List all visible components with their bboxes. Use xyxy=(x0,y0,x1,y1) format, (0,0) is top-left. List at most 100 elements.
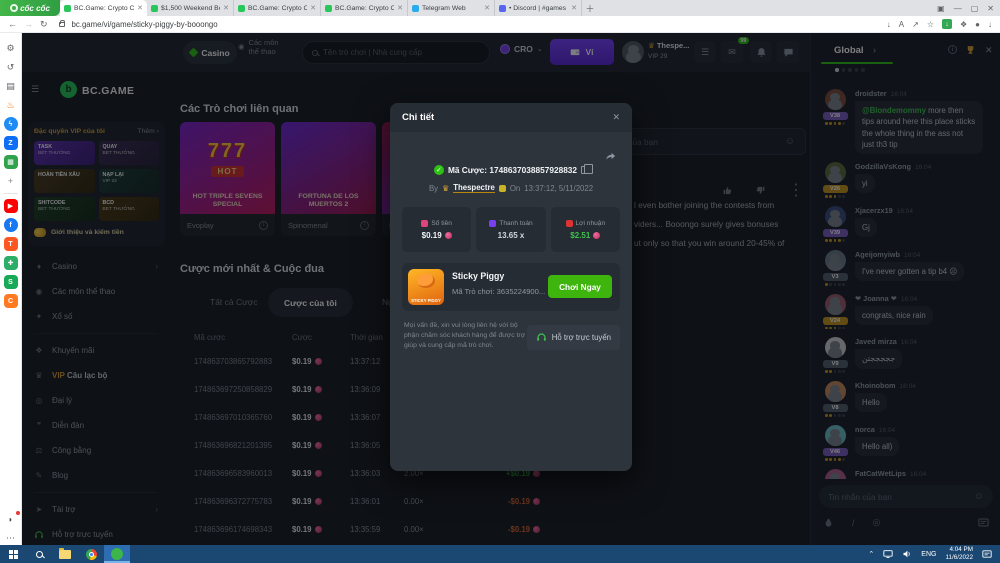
vip-tile[interactable]: NẠP LẠIVIP 22 xyxy=(99,169,160,193)
avatar[interactable] xyxy=(825,425,846,446)
rail-more-icon[interactable]: ⋯ xyxy=(4,531,18,545)
avatar[interactable] xyxy=(825,294,846,315)
chat-trophy-icon[interactable] xyxy=(965,45,976,56)
taskbar-clock[interactable]: 4:04 PM 11/6/2022 xyxy=(945,546,973,562)
share-icon[interactable]: ↗ xyxy=(912,20,919,29)
copy-bet-id-icon[interactable] xyxy=(581,166,588,174)
bet-row[interactable]: 174863696372775783$0.1913:36:010.00×-$0.… xyxy=(180,487,540,515)
user-avatar[interactable] xyxy=(622,41,644,63)
rain-tip-icon[interactable] xyxy=(823,517,834,528)
avatar[interactable] xyxy=(825,337,846,358)
sidebar-item-c-u-l-c-b-[interactable]: ♛VIP Câu lạc bộ xyxy=(22,363,170,388)
start-button[interactable] xyxy=(0,545,26,563)
vip-tile[interactable]: QUAYBet thưởng xyxy=(99,141,160,165)
chat-username[interactable]: Khoinobom16:04 xyxy=(855,381,993,390)
chat-username[interactable]: FatCatWetLips16:04 xyxy=(855,469,993,478)
sidebar-item-c-c-m-n-th-thao[interactable]: ◉Các môn thể thao xyxy=(22,279,170,304)
cart-app-icon[interactable]: C xyxy=(4,294,18,308)
sidebar-item-x-s-[interactable]: ✦Xổ số xyxy=(22,304,170,329)
save-page-icon[interactable]: ↓ xyxy=(887,20,891,29)
bets-tab[interactable]: Tất cả Cược xyxy=(210,297,258,307)
share-bet-icon[interactable] xyxy=(605,151,616,162)
new-tab-button[interactable]: ＋ xyxy=(582,0,598,16)
tab-sports[interactable]: ◉ Các môn thể thao xyxy=(238,39,290,56)
chat-info-icon[interactable]: i xyxy=(948,45,957,54)
network-icon[interactable] xyxy=(883,549,893,559)
avatar[interactable] xyxy=(825,206,846,227)
info-icon[interactable]: i xyxy=(259,221,268,230)
browser-tab[interactable]: BC.Game: Crypto Casino Gan✕ xyxy=(60,0,147,16)
game-thumbnail[interactable]: STICKY PIGGY xyxy=(408,269,444,305)
game-card[interactable]: 777HOTHOT TRIPLE SEVENS SPECIALEvoplayi xyxy=(180,122,275,236)
vip-tile[interactable]: TASKBet thưởng xyxy=(34,141,95,165)
game-card[interactable]: FORTUNA DE LOS MUERTOS 2Spinomenali xyxy=(281,122,376,236)
sidebar-item--i-l-[interactable]: ◎Đại lý xyxy=(22,388,170,413)
extensions-icon[interactable]: ❖ xyxy=(960,20,967,29)
sidebar-collapse-button[interactable]: ☰ xyxy=(31,84,39,95)
live-support-button[interactable]: Hỗ trợ trực tuyến xyxy=(527,325,620,350)
minimize-button[interactable]: — xyxy=(954,4,962,13)
downloads-icon[interactable]: ↓ xyxy=(988,20,992,29)
play-now-button[interactable]: Chơi Ngay xyxy=(548,275,612,298)
tab-search-icon[interactable]: ▣ xyxy=(937,4,945,13)
settings-icon[interactable]: ⚙ xyxy=(4,41,18,55)
notifications-button[interactable] xyxy=(750,41,772,63)
chat-emoji-icon[interactable]: ☺ xyxy=(974,491,984,502)
tab-casino[interactable]: Casino xyxy=(183,41,237,64)
browser-tab[interactable]: BC.Game: Crypto Casino Gan✕ xyxy=(234,0,321,16)
shop-green-icon[interactable]: S xyxy=(4,275,18,289)
gift-app-icon[interactable]: ✚ xyxy=(4,256,18,270)
chat-username[interactable]: ❤ Joanna ❤16:04 xyxy=(855,294,993,303)
sidebar-item-h-tr-tr-c-tuy-n[interactable]: Hỗ trợ trực tuyến xyxy=(22,522,170,545)
vip-tile[interactable]: BCDBet thưởng xyxy=(99,197,160,221)
tab-close-icon[interactable]: ✕ xyxy=(310,4,316,12)
sidebar-item-casino[interactable]: ♦Casino› xyxy=(22,254,170,279)
history-icon[interactable]: ↺ xyxy=(4,60,18,74)
avatar[interactable] xyxy=(825,250,846,271)
notifications-bell-icon[interactable]: ◗ xyxy=(4,512,18,526)
avatar[interactable] xyxy=(825,89,846,110)
tab-close-icon[interactable]: ✕ xyxy=(571,4,577,12)
nav-menu-button[interactable]: ☰ xyxy=(694,41,716,63)
forward-button[interactable]: → xyxy=(24,19,33,29)
avatar[interactable] xyxy=(825,469,846,479)
vip-tile[interactable]: HOÀN TIỀN XẤU xyxy=(34,169,95,193)
coccoc-brand[interactable]: cốc cốc xyxy=(0,0,60,16)
like-icon[interactable] xyxy=(722,185,733,196)
games-hub-icon[interactable]: ▦ xyxy=(4,155,18,169)
chat-rules-icon[interactable]: / xyxy=(852,518,855,528)
chat-username[interactable]: Xjacerzx1916:04 xyxy=(855,206,993,215)
sidebar-item-t-i-tr-[interactable]: ➤Tài trợ› xyxy=(22,497,170,522)
taskbar-search-button[interactable] xyxy=(26,545,52,563)
chat-room-dots[interactable] xyxy=(835,68,865,72)
shopping-app-icon[interactable]: T xyxy=(4,237,18,251)
vip-perks-more-link[interactable]: Thêm › xyxy=(137,128,159,135)
action-center-icon[interactable] xyxy=(982,549,992,559)
wallet-button[interactable]: Ví xyxy=(550,39,614,65)
youtube-icon[interactable]: ▶ xyxy=(4,199,18,213)
chat-settings-icon[interactable] xyxy=(978,517,989,528)
dislike-icon[interactable] xyxy=(755,185,766,196)
mail-button[interactable]: ✉ 99 xyxy=(721,41,743,63)
zalo-icon[interactable]: Z xyxy=(4,136,18,150)
chat-username[interactable]: Ageijomyiwb16:04 xyxy=(855,250,993,259)
sidebar-item-khuy-n-m-i[interactable]: ❖Khuyến mãi xyxy=(22,338,170,363)
translate-icon[interactable]: A xyxy=(899,20,904,29)
browser-tab[interactable]: $1,500 Weekend Booongo M✕ xyxy=(147,0,234,16)
chat-username[interactable]: norca16:04 xyxy=(855,425,993,434)
file-explorer-button[interactable] xyxy=(52,545,78,563)
maximize-button[interactable]: ▢ xyxy=(971,4,979,13)
chrome-button[interactable] xyxy=(78,545,104,563)
chat-username[interactable]: Javed mirza16:04 xyxy=(855,337,993,346)
chip-icon[interactable]: ◎ xyxy=(873,517,881,528)
download-green-icon[interactable]: ↓ xyxy=(942,19,952,29)
chat-username[interactable]: droidster16:04 xyxy=(855,89,993,98)
info-icon[interactable]: i xyxy=(360,221,369,230)
volume-icon[interactable] xyxy=(902,549,912,559)
emoji-icon[interactable]: ☺ xyxy=(785,136,795,147)
language-indicator[interactable]: ENG xyxy=(921,551,936,558)
browser-tab[interactable]: • Discord | #games | BC G✕ xyxy=(495,0,582,16)
browser-tab[interactable]: Telegram Web✕ xyxy=(408,0,495,16)
tab-close-icon[interactable]: ✕ xyxy=(484,4,490,12)
coccoc-button[interactable] xyxy=(104,545,130,563)
